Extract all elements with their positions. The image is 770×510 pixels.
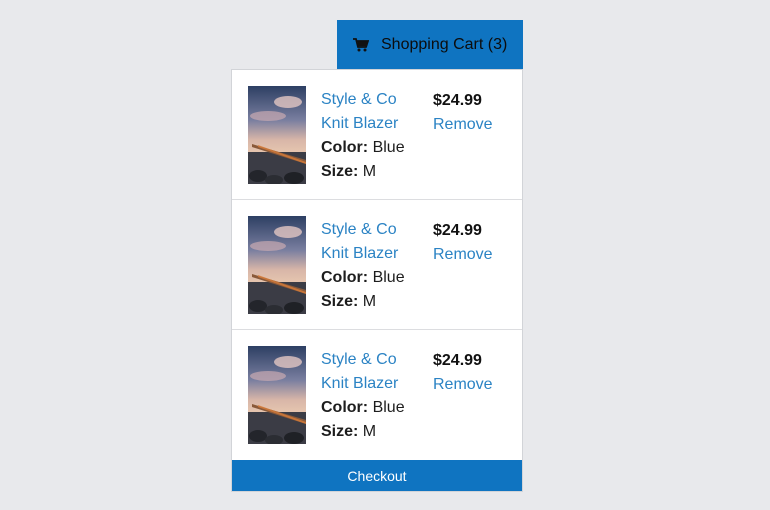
product-name-link[interactable]: Style & Co Knit Blazer: [321, 88, 421, 136]
remove-item-link[interactable]: Remove: [433, 243, 493, 267]
color-value: Blue: [372, 399, 405, 416]
size-value: M: [362, 163, 377, 180]
product-title: Knit Blazer: [321, 245, 399, 262]
cart-item: Style & Co Knit Blazer Color: Blue Size:…: [232, 200, 522, 330]
size-attribute: Size: M: [321, 420, 421, 444]
product-name-link[interactable]: Style & Co Knit Blazer: [321, 218, 421, 266]
cart-item: Style & Co Knit Blazer Color: Blue Size:…: [232, 330, 522, 460]
size-label: Size:: [321, 293, 359, 310]
size-value: M: [362, 423, 377, 440]
checkout-button[interactable]: Checkout: [232, 460, 522, 491]
page: Shopping Cart (3) Style & Co Knit Blazer…: [0, 0, 770, 510]
color-label: Color:: [321, 269, 369, 286]
product-title: Knit Blazer: [321, 375, 399, 392]
product-name-link[interactable]: Style & Co Knit Blazer: [321, 348, 421, 396]
color-value: Blue: [372, 269, 405, 286]
color-value: Blue: [372, 139, 405, 156]
product-brand: Style & Co: [321, 221, 397, 238]
remove-item-link[interactable]: Remove: [433, 113, 493, 137]
shopping-cart-button[interactable]: Shopping Cart (3): [337, 20, 523, 69]
item-price: $24.99: [433, 222, 482, 239]
color-attribute: Color: Blue: [321, 266, 421, 290]
size-value: M: [362, 293, 377, 310]
cart-item: Style & Co Knit Blazer Color: Blue Size:…: [232, 70, 522, 200]
size-attribute: Size: M: [321, 290, 421, 314]
product-thumbnail[interactable]: [248, 216, 306, 314]
product-brand: Style & Co: [321, 351, 397, 368]
size-label: Size:: [321, 423, 359, 440]
product-thumbnail[interactable]: [248, 86, 306, 184]
item-price: $24.99: [433, 92, 482, 109]
shopping-cart-label: Shopping Cart (3): [381, 35, 508, 53]
color-attribute: Color: Blue: [321, 396, 421, 420]
size-attribute: Size: M: [321, 160, 421, 184]
color-label: Color:: [321, 399, 369, 416]
remove-item-link[interactable]: Remove: [433, 373, 493, 397]
product-title: Knit Blazer: [321, 115, 399, 132]
color-attribute: Color: Blue: [321, 136, 421, 160]
product-brand: Style & Co: [321, 91, 397, 108]
product-thumbnail[interactable]: [248, 346, 306, 444]
size-label: Size:: [321, 163, 359, 180]
item-price: $24.99: [433, 352, 482, 369]
color-label: Color:: [321, 139, 369, 156]
cart-dropdown: Style & Co Knit Blazer Color: Blue Size:…: [231, 69, 523, 492]
shopping-cart-icon: [353, 37, 370, 52]
